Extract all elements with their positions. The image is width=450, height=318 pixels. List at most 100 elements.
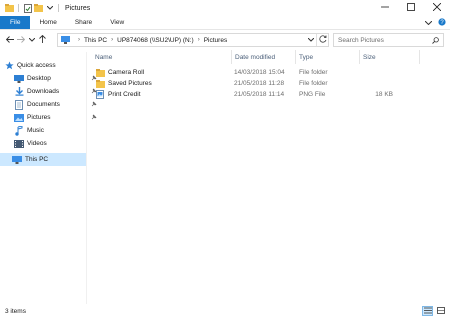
sidebar-item-videos[interactable]: Videos: [14, 137, 100, 150]
tab-share[interactable]: Share: [66, 16, 101, 29]
breadcrumb-drive[interactable]: UP874068 (\\SU2\UP) (N:): [117, 37, 194, 44]
sidebar-item-this-pc[interactable]: This PC: [0, 153, 86, 166]
breadcrumb-this-pc[interactable]: This PC: [84, 37, 107, 44]
title-bar: Pictures: [0, 0, 450, 16]
view-toggle: [422, 306, 446, 316]
folder-icon: [95, 68, 105, 78]
forward-button[interactable]: [15, 32, 26, 48]
address-bar[interactable]: › This PC › UP874068 (\\SU2\UP) (N:) › P…: [57, 33, 329, 47]
file-name: Camera Roll: [108, 69, 145, 76]
quick-access-toolbar: [0, 0, 62, 16]
recent-locations-button[interactable]: [26, 32, 37, 48]
toolbar-divider: [18, 4, 19, 12]
refresh-button[interactable]: [316, 34, 328, 46]
sidebar-item-desktop[interactable]: Desktop: [14, 72, 100, 85]
sidebar-item-quick-access[interactable]: Quick access: [4, 59, 90, 72]
file-date: 21/05/2018 11:14: [234, 91, 285, 98]
minimize-icon: [381, 3, 389, 13]
navigation-pane: Quick access Desktop Downloads Documents…: [0, 52, 97, 304]
chevron-right-icon: ›: [111, 37, 114, 43]
ribbon-right-controls: ?: [424, 16, 446, 30]
details-view-button[interactable]: [422, 306, 433, 316]
breadcrumb-pictures[interactable]: Pictures: [204, 37, 227, 44]
address-bar-actions: [306, 34, 328, 46]
new-folder-icon[interactable]: [33, 0, 44, 16]
search-input[interactable]: [338, 36, 433, 44]
window-title: Pictures: [65, 4, 91, 12]
expand-ribbon-button[interactable]: [424, 20, 433, 27]
refresh-icon: [318, 35, 327, 45]
customize-toolbar-icon[interactable]: [44, 0, 55, 16]
sidebar-item-label: Music: [27, 127, 44, 134]
column-header-size[interactable]: Size: [360, 50, 420, 64]
navigation-pane-divider[interactable]: [86, 52, 87, 304]
properties-icon[interactable]: [22, 0, 33, 16]
maximize-button[interactable]: [398, 0, 424, 16]
sidebar-item-label: This PC: [25, 156, 49, 163]
close-icon: [432, 2, 442, 13]
tab-view[interactable]: View: [101, 16, 133, 29]
file-name-cell: Saved Pictures: [95, 78, 152, 89]
large-icons-view-button[interactable]: [435, 306, 446, 316]
column-header-name[interactable]: Name: [92, 50, 232, 64]
file-date: 14/03/2018 15:04: [234, 69, 285, 76]
search-box[interactable]: [333, 33, 444, 47]
file-name: Saved Pictures: [108, 80, 152, 87]
up-button[interactable]: [37, 32, 48, 48]
help-icon: ?: [438, 18, 446, 28]
folder-icon: [95, 79, 105, 89]
desktop-icon: [14, 74, 24, 84]
tab-file[interactable]: File: [0, 16, 31, 29]
sidebar-item-documents[interactable]: Documents: [14, 98, 100, 111]
sidebar-item-label: Pictures: [27, 114, 51, 121]
file-name: Print Credit: [108, 91, 141, 98]
toolbar-divider: [58, 4, 59, 12]
chevron-down-icon: [424, 20, 433, 27]
table-row[interactable]: Saved Pictures 21/05/2018 11:28 File fol…: [95, 78, 385, 89]
pictures-icon: [14, 113, 24, 123]
folder-icon[interactable]: [4, 0, 15, 16]
file-name-cell: Print Credit: [95, 89, 141, 100]
file-list: Name Date modified Type Size Camera Roll…: [91, 49, 450, 304]
file-size: [363, 67, 393, 78]
file-type: File folder: [299, 80, 328, 87]
sidebar-item-downloads[interactable]: Downloads: [14, 85, 100, 98]
column-header-type[interactable]: Type: [296, 50, 360, 64]
image-file-icon: [95, 90, 105, 100]
file-size: [363, 78, 393, 89]
sidebar-item-label: Videos: [27, 140, 47, 147]
chevron-right-icon: ›: [197, 37, 200, 43]
sidebar-item-label: Desktop: [27, 75, 51, 82]
address-history-button[interactable]: [306, 37, 316, 44]
back-button[interactable]: [4, 32, 15, 48]
ribbon-tabs: File Home Share View ?: [0, 16, 450, 30]
music-icon: [14, 125, 24, 136]
search-icon[interactable]: [432, 37, 439, 46]
file-size: 18 KB: [375, 91, 393, 98]
tab-home[interactable]: Home: [30, 16, 65, 29]
documents-icon: [14, 99, 24, 110]
file-type: PNG File: [299, 91, 326, 98]
help-button[interactable]: ?: [438, 18, 446, 28]
minimize-button[interactable]: [372, 0, 398, 16]
file-type: File folder: [299, 69, 328, 76]
sidebar-item-music[interactable]: Music: [14, 124, 100, 137]
chevron-down-icon: [28, 37, 35, 44]
address-row: › This PC › UP874068 (\\SU2\UP) (N:) › P…: [0, 31, 450, 49]
details-view-icon: [423, 307, 432, 316]
download-icon: [14, 87, 24, 97]
sidebar-item-label: Downloads: [27, 88, 60, 95]
sidebar-item-label: Documents: [27, 101, 60, 108]
maximize-icon: [407, 3, 415, 13]
arrow-left-icon: [5, 35, 14, 45]
column-header-date[interactable]: Date modified: [232, 50, 296, 64]
close-button[interactable]: [424, 0, 450, 16]
sidebar-item-pictures[interactable]: Pictures: [14, 111, 100, 124]
chevron-down-icon: [307, 37, 315, 44]
table-row[interactable]: Camera Roll 14/03/2018 15:04 File folder: [95, 67, 385, 78]
arrow-right-icon: [16, 35, 25, 45]
pictures-location-icon: [61, 36, 70, 44]
videos-icon: [14, 139, 24, 149]
chevron-right-icon: ›: [78, 37, 80, 43]
table-row[interactable]: Print Credit 21/05/2018 11:14 PNG File 1…: [95, 89, 393, 100]
